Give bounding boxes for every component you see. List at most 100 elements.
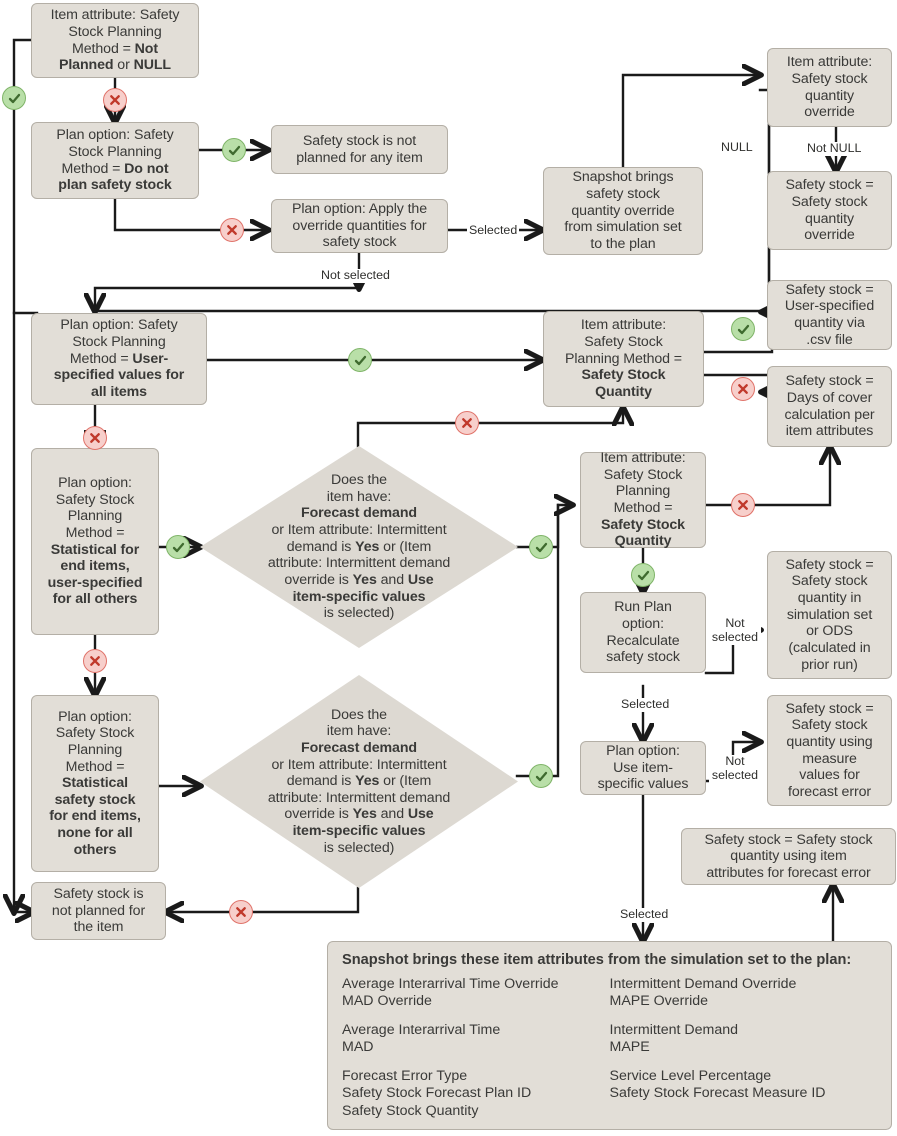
yes-badge-ssqty-to-csv	[731, 317, 755, 341]
edge-label-not-selected-item-specific: Not selected	[709, 754, 761, 783]
node-text: Item attribute: Safety Stock Planning Meth…	[50, 7, 180, 74]
node-plan-option-statistical-none: Plan option: Safety Stock Planning Method =…	[31, 695, 159, 872]
panel-title: Snapshot brings these item attributes fr…	[342, 952, 852, 968]
yes-badge-left-rail	[2, 86, 26, 110]
node-plan-option-do-not-plan: Plan option: Safety Stock Planning Method …	[31, 122, 199, 199]
cross-icon	[462, 418, 472, 428]
node-plan-option-use-item-specific-values: Plan option: Use item-specific values	[580, 741, 706, 795]
yes-badge-do-not-plan	[222, 138, 246, 162]
node-ss-item-attributes-forecast-error: Safety stock = Safety stock quantity usin…	[681, 828, 896, 885]
node-item-ss-quantity-override: Item attribute: Safety stock quantity overr…	[767, 48, 892, 127]
attr-group: Average Interarrival Time Override MAD O…	[342, 976, 610, 1011]
attr-item: Intermittent Demand Override	[609, 976, 797, 992]
yes-badge-user-specified-to-ssqty	[348, 348, 372, 372]
edge-label-selected-snapshot: Selected	[467, 223, 520, 238]
node-text: Safety stock = User-specified quantity via…	[784, 281, 875, 348]
node-item-attribute-not-planned: Item attribute: Safety Stock Planning Meth…	[31, 3, 199, 78]
yes-badge-decision-lower-yes	[529, 764, 553, 788]
check-icon	[354, 355, 366, 365]
attr-item: Safety Stock Quantity	[342, 1102, 479, 1119]
node-apply-override-quantities: Plan option: Apply the override quantitie…	[271, 199, 448, 253]
node-plan-option-statistical-end-items: Plan option: Safety Stock Planning Method =…	[31, 448, 159, 635]
no-badge-statistical-end-items	[83, 649, 107, 673]
node-text: Plan option: Use item-specific values	[597, 743, 689, 793]
check-icon	[228, 145, 240, 155]
node-text: Plan option: Safety Stock Planning Method =…	[49, 708, 141, 858]
yes-badge-ssqty-mid-to-recalc	[631, 563, 655, 587]
attr-item: Forecast Error Type	[342, 1067, 468, 1084]
cross-icon	[90, 656, 100, 666]
cross-icon	[110, 95, 120, 105]
panel-left-column: Average Interarrival Time Override MAD O…	[342, 976, 610, 1131]
node-item-ss-planning-method-quantity-top: Item attribute: Safety Stock Planning Meth…	[543, 311, 704, 407]
decision-item-has-forecast-demand-lower: Does the item have: Forecast demand or Item…	[200, 675, 518, 888]
node-ss-simulation-set-or-ods: Safety stock = Safety stock quantity in sim…	[767, 551, 892, 679]
node-text: Run Plan option: Recalculate safety stock	[606, 599, 680, 666]
node-ss-days-of-cover: Safety stock = Days of cover calculation p…	[767, 366, 892, 447]
node-ss-not-planned-any-item: Safety stock is not planned for any item	[271, 125, 448, 174]
node-snapshot-brings-override: Snapshot brings safety stock quantity over…	[543, 167, 703, 255]
decision-item-has-forecast-demand-upper: Does the item have: Forecast demand or Item…	[200, 446, 518, 648]
node-text: Plan option: Safety Stock Planning Method =…	[47, 475, 143, 608]
attr-item: Service Level Percentage	[609, 1067, 772, 1084]
node-text: Plan option: Safety Stock Planning Method …	[53, 317, 185, 400]
no-badge-do-not-plan	[220, 218, 244, 242]
attr-item: MAPE Override	[609, 993, 709, 1010]
attr-group: Intermittent Demand MAPE	[610, 1022, 878, 1057]
no-badge-ssqty-to-days-cover	[731, 377, 755, 401]
node-text: Item attribute: Safety Stock Planning Meth…	[564, 317, 682, 400]
node-ss-not-planned-for-item: Safety stock is not planned for the item	[31, 882, 166, 940]
node-item-ss-planning-method-quantity-mid: Item attribute: Safety Stock Planning Metho…	[580, 450, 706, 549]
decision-text: Does the item have: Forecast demand or Item…	[267, 706, 451, 856]
panel-right-column: Intermittent Demand Override MAPE Overri…	[610, 976, 878, 1131]
yes-badge-statistical-end-items	[166, 535, 190, 559]
no-badge-not-planned-to-do-not-plan	[103, 88, 127, 112]
snapshot-attributes-panel: Snapshot brings these item attributes fr…	[327, 941, 892, 1130]
flowchart-canvas: Item attribute: Safety Stock Planning Meth…	[0, 0, 897, 1136]
node-text: Safety stock is not planned for the item	[51, 886, 146, 936]
node-text: Plan option: Safety Stock Planning Method …	[56, 127, 174, 194]
attr-item: MAD Override	[342, 993, 432, 1010]
check-icon	[8, 93, 20, 103]
node-text: Item attribute: Safety stock quantity overr…	[786, 54, 873, 121]
edge-label-selected-item-specific: Selected	[618, 907, 671, 922]
decision-text: Does the item have: Forecast demand or Item…	[267, 472, 451, 622]
attr-group: Forecast Error Type Safety Stock Forecas…	[342, 1068, 610, 1120]
edge-label-not-selected-override: Not selected	[319, 268, 392, 283]
node-text: Safety stock = Safety stock quantity overri…	[785, 177, 874, 244]
attr-group: Intermittent Demand Override MAPE Overri…	[610, 976, 878, 1011]
edge-label-selected-recalculate: Selected	[619, 697, 672, 712]
node-ss-equals-quantity-override: Safety stock = Safety stock quantity overri…	[767, 171, 892, 250]
cross-icon	[738, 500, 748, 510]
node-text: Safety stock = Safety stock quantity using…	[785, 700, 874, 800]
attr-item: Average Interarrival Time	[342, 1021, 501, 1038]
attr-group: Average Interarrival Time MAD	[342, 1022, 610, 1057]
check-icon	[535, 542, 547, 552]
node-text: Plan option: Apply the override quantitie…	[291, 201, 428, 251]
cross-icon	[90, 433, 100, 443]
cross-icon	[236, 907, 246, 917]
yes-badge-decision-upper-yes	[529, 535, 553, 559]
attr-group: Service Level Percentage Safety Stock Fo…	[610, 1068, 878, 1103]
check-icon	[172, 542, 184, 552]
no-badge-user-specified	[83, 426, 107, 450]
attr-item: Intermittent Demand	[609, 1021, 739, 1038]
panel-columns: Average Interarrival Time Override MAD O…	[328, 970, 891, 1136]
edge-label-not-selected-recalculate: Not selected	[709, 616, 761, 645]
edge-label-null: NULL	[719, 140, 755, 155]
check-icon	[535, 771, 547, 781]
cross-icon	[738, 384, 748, 394]
node-text: Safety stock is not planned for any item	[296, 132, 423, 166]
node-text: Safety stock = Days of cover calculation p…	[784, 373, 875, 440]
node-text: Snapshot brings safety stock quantity over…	[564, 169, 682, 252]
no-badge-decision-lower-no	[229, 900, 253, 924]
check-icon	[737, 324, 749, 334]
attr-item: MAD	[342, 1039, 374, 1056]
node-text: Safety stock = Safety stock quantity in sim…	[785, 556, 874, 673]
edge-label-not-null: Not NULL	[805, 141, 864, 156]
check-icon	[637, 570, 649, 580]
node-ss-measure-values-forecast-error: Safety stock = Safety stock quantity using…	[767, 695, 892, 806]
cross-icon	[227, 225, 237, 235]
attr-item: MAPE	[609, 1039, 650, 1056]
no-badge-ssqty-mid-to-days-cover	[731, 493, 755, 517]
